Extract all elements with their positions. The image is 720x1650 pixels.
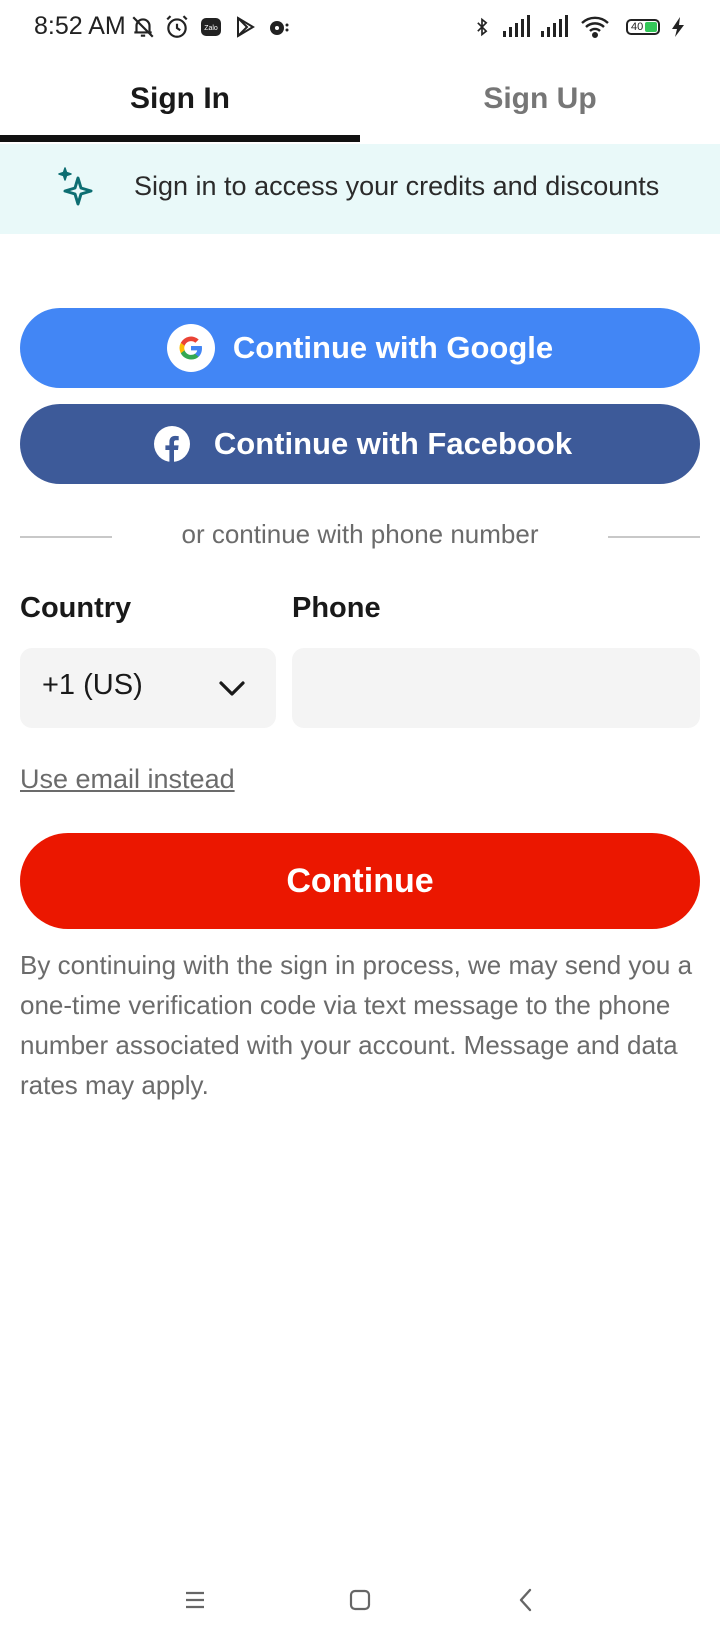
play-store-icon bbox=[230, 12, 260, 42]
continue-with-google-button[interactable]: Continue with Google bbox=[20, 308, 700, 388]
sparkle-icon bbox=[56, 164, 102, 210]
home-icon[interactable] bbox=[330, 1570, 390, 1630]
back-icon[interactable] bbox=[496, 1570, 556, 1630]
disclaimer-text: By continuing with the sign in process, … bbox=[20, 950, 693, 1100]
signal-icon bbox=[538, 12, 572, 42]
media-icon bbox=[264, 12, 294, 42]
active-tab-indicator bbox=[0, 135, 360, 142]
facebook-icon bbox=[148, 420, 196, 468]
country-select[interactable]: +1 (US) bbox=[20, 648, 276, 728]
tab-sign-up[interactable]: Sign Up bbox=[360, 54, 720, 144]
system-nav-bar bbox=[0, 1570, 720, 1640]
zalo-icon: Zalo bbox=[196, 12, 226, 42]
alarm-icon bbox=[162, 12, 192, 42]
menu-icon[interactable] bbox=[165, 1570, 225, 1630]
status-time: 8:52 AM bbox=[34, 12, 126, 40]
google-button-label: Continue with Google bbox=[232, 330, 554, 365]
phone-input[interactable] bbox=[292, 648, 700, 728]
banner-text: Sign in to access your credits and disco… bbox=[134, 171, 660, 201]
battery-level: 40 bbox=[631, 21, 644, 33]
chevron-down-icon bbox=[216, 674, 248, 702]
bluetooth-icon bbox=[470, 12, 494, 42]
charging-icon bbox=[666, 12, 690, 42]
battery-icon: 40 bbox=[622, 12, 664, 42]
svg-text:Zalo: Zalo bbox=[204, 25, 218, 32]
google-icon bbox=[166, 324, 215, 372]
credits-banner: Sign in to access your credits and disco… bbox=[0, 144, 720, 234]
tab-sign-in[interactable]: Sign In bbox=[0, 54, 360, 144]
facebook-button-label: Continue with Facebook bbox=[213, 426, 573, 461]
signal-icon bbox=[500, 12, 534, 42]
continue-with-facebook-button[interactable]: Continue with Facebook bbox=[20, 404, 700, 484]
wifi-icon bbox=[578, 12, 612, 42]
muted-notification-icon bbox=[128, 12, 158, 42]
divider-line-right bbox=[608, 536, 700, 538]
phone-label: Phone bbox=[292, 592, 381, 624]
use-email-instead-link[interactable]: Use email instead bbox=[20, 764, 235, 795]
continue-button[interactable]: Continue bbox=[20, 833, 700, 929]
auth-tabs: Sign In Sign Up bbox=[0, 54, 720, 145]
country-value: +1 (US) bbox=[42, 669, 143, 701]
divider-text: or continue with phone number bbox=[181, 519, 539, 549]
country-label: Country bbox=[20, 592, 132, 624]
status-bar: 8:52 AM Zalo 40 bbox=[0, 0, 720, 54]
